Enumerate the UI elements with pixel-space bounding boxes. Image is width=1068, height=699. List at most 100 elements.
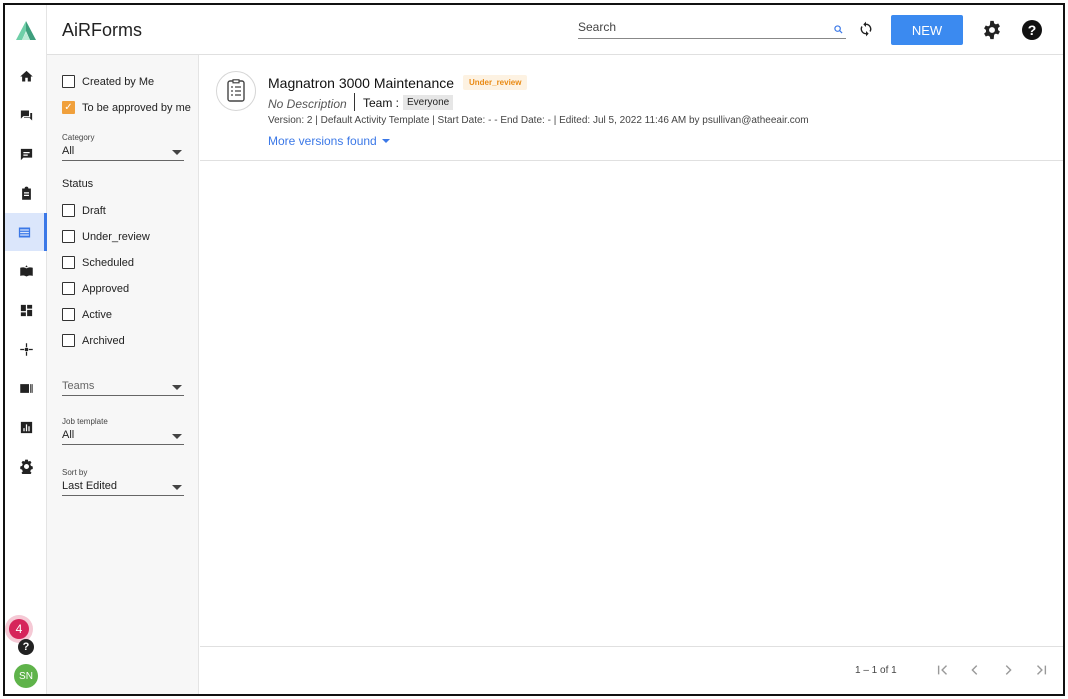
chevron-down-icon	[172, 150, 182, 155]
more-versions-label: More versions found	[268, 134, 377, 148]
help-icon-small[interactable]: ?	[18, 639, 34, 655]
dashboard-icon	[20, 304, 32, 316]
job-template-caption: Job template	[62, 417, 108, 426]
status-badge: Under_review	[463, 75, 528, 90]
filter-status-scheduled[interactable]: Scheduled	[62, 256, 134, 269]
sort-value: Last Edited	[62, 480, 118, 492]
checkbox-label: Archived	[82, 334, 125, 347]
nav-reports[interactable]	[5, 408, 47, 446]
filter-panel: Created by Me ✓ To be approved by me Cat…	[47, 55, 199, 694]
filter-status-draft[interactable]: Draft	[62, 204, 106, 217]
chat-icon	[20, 148, 32, 160]
nav-book[interactable]	[5, 252, 47, 290]
checkbox-label: Scheduled	[82, 256, 134, 269]
nav-forum[interactable]	[5, 96, 47, 134]
job-template-value: All	[62, 429, 75, 441]
chevron-down-icon	[381, 139, 390, 143]
checkbox-label: Under_review	[82, 230, 150, 243]
left-nav-rail: 4 ? SN	[5, 5, 47, 694]
hub-icon	[19, 342, 33, 356]
checkbox[interactable]	[62, 230, 75, 243]
first-page-button[interactable]	[933, 660, 953, 680]
category-caption: Category	[62, 133, 95, 142]
checkbox[interactable]	[62, 75, 75, 88]
user-avatar[interactable]: SN	[14, 664, 38, 688]
clipboard-icon	[21, 186, 31, 200]
last-page-button[interactable]	[1031, 660, 1051, 680]
nav-dashboard[interactable]	[5, 291, 47, 329]
checkbox-label: Active	[82, 308, 112, 321]
next-page-button[interactable]	[998, 660, 1018, 680]
chevron-left-icon	[971, 665, 978, 675]
main-content: Magnatron 3000 Maintenance Under_review …	[200, 55, 1063, 694]
gear-icon[interactable]	[982, 20, 1002, 40]
last-page-icon	[1037, 665, 1047, 675]
chevron-down-icon	[172, 385, 182, 390]
checkbox-label: Draft	[82, 204, 106, 217]
form-description: No Description	[268, 97, 347, 111]
form-title[interactable]: Magnatron 3000 Maintenance	[268, 75, 454, 91]
book-icon	[19, 264, 33, 276]
checkbox[interactable]	[62, 308, 75, 321]
nav-forms[interactable]	[5, 213, 47, 251]
checkbox[interactable]	[62, 256, 75, 269]
team-label: Team :	[363, 96, 400, 110]
job-template-select[interactable]: All	[62, 427, 184, 445]
category-select[interactable]: All	[62, 143, 184, 161]
app-window: 4 ? SN AiRForms Search NEW ? Created by …	[3, 3, 1065, 696]
chevron-down-icon	[172, 485, 182, 490]
filter-status-approved[interactable]: Approved	[62, 282, 129, 295]
prev-page-button[interactable]	[965, 660, 985, 680]
new-button[interactable]: NEW	[891, 15, 963, 45]
nav-hub[interactable]	[5, 330, 47, 368]
form-list-item[interactable]: Magnatron 3000 Maintenance Under_review …	[200, 55, 1063, 161]
filter-status-archived[interactable]: Archived	[62, 334, 125, 347]
teams-select[interactable]: Teams	[62, 378, 184, 396]
pagination-range: 1 – 1 of 1	[855, 665, 897, 676]
pagination-bar: 1 – 1 of 1	[200, 646, 1063, 694]
filter-status-active[interactable]: Active	[62, 308, 112, 321]
nav-chat[interactable]	[5, 135, 47, 173]
app-logo-icon[interactable]	[14, 19, 38, 43]
status-heading: Status	[62, 178, 94, 190]
nav-id-card[interactable]	[5, 369, 47, 407]
top-header: AiRForms Search NEW ?	[47, 5, 1063, 55]
refresh-icon[interactable]	[858, 21, 874, 37]
nav-clipboard[interactable]	[5, 174, 47, 212]
checkbox[interactable]	[62, 334, 75, 347]
settings-icon	[19, 459, 33, 474]
checkbox[interactable]	[62, 204, 75, 217]
notification-badge[interactable]: 4	[9, 619, 29, 639]
form-metadata: Version: 2 | Default Activity Template |…	[268, 115, 809, 126]
bar-chart-icon	[20, 421, 32, 433]
document-icon	[216, 71, 256, 111]
chevron-down-icon	[172, 434, 182, 439]
divider	[354, 93, 355, 111]
sort-select[interactable]: Last Edited	[62, 478, 184, 496]
first-page-icon	[937, 665, 947, 675]
checkbox[interactable]	[62, 282, 75, 295]
checkbox-checked[interactable]: ✓	[62, 101, 75, 114]
filter-to-be-approved[interactable]: ✓ To be approved by me	[62, 101, 191, 114]
home-icon	[19, 70, 33, 81]
team-chip: Everyone	[403, 95, 454, 110]
help-icon[interactable]: ?	[1022, 20, 1042, 40]
sort-caption: Sort by	[62, 468, 88, 477]
chevron-right-icon	[1005, 665, 1012, 675]
filter-created-by-me[interactable]: Created by Me	[62, 75, 154, 88]
nav-settings[interactable]	[5, 447, 47, 485]
forms-icon	[18, 227, 31, 237]
search-input[interactable]	[578, 17, 846, 39]
more-versions-link[interactable]: More versions found	[268, 134, 390, 148]
search-icon[interactable]	[834, 25, 843, 34]
nav-home[interactable]	[5, 57, 47, 95]
app-title: AiRForms	[62, 20, 142, 40]
teams-placeholder: Teams	[62, 380, 95, 392]
forum-icon	[20, 110, 32, 120]
category-value: All	[62, 145, 75, 157]
checkbox-label: To be approved by me	[82, 101, 191, 114]
checkbox-label: Approved	[82, 282, 130, 295]
id-card-icon	[19, 383, 33, 393]
checkbox-label: Created by Me	[82, 75, 155, 88]
filter-status-under-review[interactable]: Under_review	[62, 230, 150, 243]
